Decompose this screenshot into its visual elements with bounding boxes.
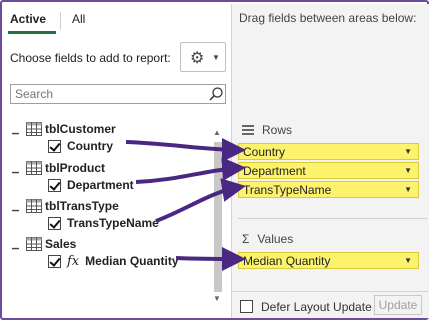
update-button[interactable]: Update — [374, 295, 422, 315]
tools-button[interactable]: ⚙ ▼ — [180, 42, 226, 72]
defer-layout-checkbox[interactable] — [240, 300, 253, 313]
rows-field-department[interactable]: Department ▼ — [238, 162, 419, 179]
active-tab-indicator — [8, 31, 56, 34]
table-node-tblproduct[interactable]: ▁ tblProduct — [12, 159, 105, 177]
checkbox-icon[interactable] — [48, 254, 61, 268]
rows-area-header: Rows — [242, 123, 292, 137]
checkbox-icon[interactable] — [48, 178, 61, 192]
search-box[interactable] — [10, 84, 226, 104]
checkbox-icon[interactable] — [48, 139, 61, 153]
collapse-icon[interactable]: ▁ — [12, 163, 24, 174]
chevron-down-icon[interactable]: ▼ — [404, 256, 412, 265]
rows-label: Rows — [262, 123, 293, 137]
field-row-country[interactable]: Country — [48, 137, 113, 155]
field-list-section: Active All Choose fields to add to repor… — [4, 4, 230, 318]
chevron-down-icon[interactable]: ▼ — [404, 185, 412, 194]
table-icon — [26, 237, 42, 251]
search-input[interactable] — [11, 85, 201, 103]
defer-update-bar: Defer Layout Update Update — [232, 291, 429, 318]
values-field-median-quantity[interactable]: Median Quantity ▼ — [238, 252, 419, 269]
table-node-sales[interactable]: ▁ Sales — [12, 235, 76, 253]
values-label: Values — [257, 232, 294, 246]
table-name: tblProduct — [45, 161, 105, 175]
field-tree: ▁ tblCustomer Country ▁ tblProduct Depar… — [4, 116, 210, 304]
field-row-department[interactable]: Department — [48, 176, 134, 194]
tab-separator — [60, 12, 61, 30]
area-field-label: TransTypeName — [243, 182, 332, 197]
chevron-down-icon: ▼ — [212, 53, 220, 62]
rows-icon — [242, 125, 254, 135]
values-area-header: Σ Values — [242, 232, 293, 246]
scroll-thumb[interactable] — [214, 142, 222, 292]
area-divider — [238, 218, 427, 219]
checkbox-icon[interactable] — [48, 216, 61, 230]
search-icon[interactable] — [208, 86, 224, 102]
field-row-median-quantity[interactable]: fx Median Quantity — [48, 252, 179, 270]
defer-layout-label: Defer Layout Update — [261, 300, 372, 314]
table-icon — [26, 122, 42, 136]
field-list-scrollbar[interactable]: ▲ ▼ — [212, 128, 224, 304]
collapse-icon[interactable]: ▁ — [12, 124, 24, 135]
chevron-down-icon[interactable]: ▼ — [404, 147, 412, 156]
field-name: Department — [67, 178, 134, 192]
drag-fields-label: Drag fields between areas below: — [239, 11, 417, 25]
fx-icon: fx — [67, 253, 80, 269]
table-node-tbltranstype[interactable]: ▁ tblTransType — [12, 197, 119, 215]
table-icon — [26, 161, 42, 175]
table-node-tblcustomer[interactable]: ▁ tblCustomer — [12, 120, 116, 138]
rows-field-transtypename[interactable]: TransTypeName ▼ — [238, 181, 419, 198]
field-row-transtypename[interactable]: TransTypeName — [48, 214, 159, 232]
collapse-icon[interactable]: ▁ — [12, 201, 24, 212]
table-name: tblTransType — [45, 199, 119, 213]
collapse-icon[interactable]: ▁ — [12, 239, 24, 250]
choose-fields-label: Choose fields to add to report: — [10, 51, 171, 65]
tab-active[interactable]: Active — [10, 12, 46, 26]
sigma-icon: Σ — [242, 232, 250, 246]
field-name: Country — [67, 139, 113, 153]
area-field-label: Median Quantity — [243, 253, 331, 268]
field-name: TransTypeName — [67, 216, 159, 230]
scroll-up-icon[interactable]: ▲ — [213, 128, 221, 137]
gear-icon: ⚙ — [190, 50, 205, 67]
rows-field-country[interactable]: Country ▼ — [238, 143, 419, 160]
area-field-label: Country — [243, 144, 286, 159]
table-name: Sales — [45, 237, 77, 251]
scroll-down-icon[interactable]: ▼ — [213, 294, 221, 303]
areas-section: Drag fields between areas below: Rows Co… — [232, 4, 429, 318]
chevron-down-icon[interactable]: ▼ — [404, 166, 412, 175]
pivot-field-list-pane: Active All Choose fields to add to repor… — [0, 0, 429, 320]
table-icon — [26, 199, 42, 213]
field-name: Median Quantity — [85, 254, 179, 268]
tab-all[interactable]: All — [72, 12, 85, 26]
area-field-label: Department — [243, 163, 306, 178]
table-name: tblCustomer — [45, 122, 116, 136]
